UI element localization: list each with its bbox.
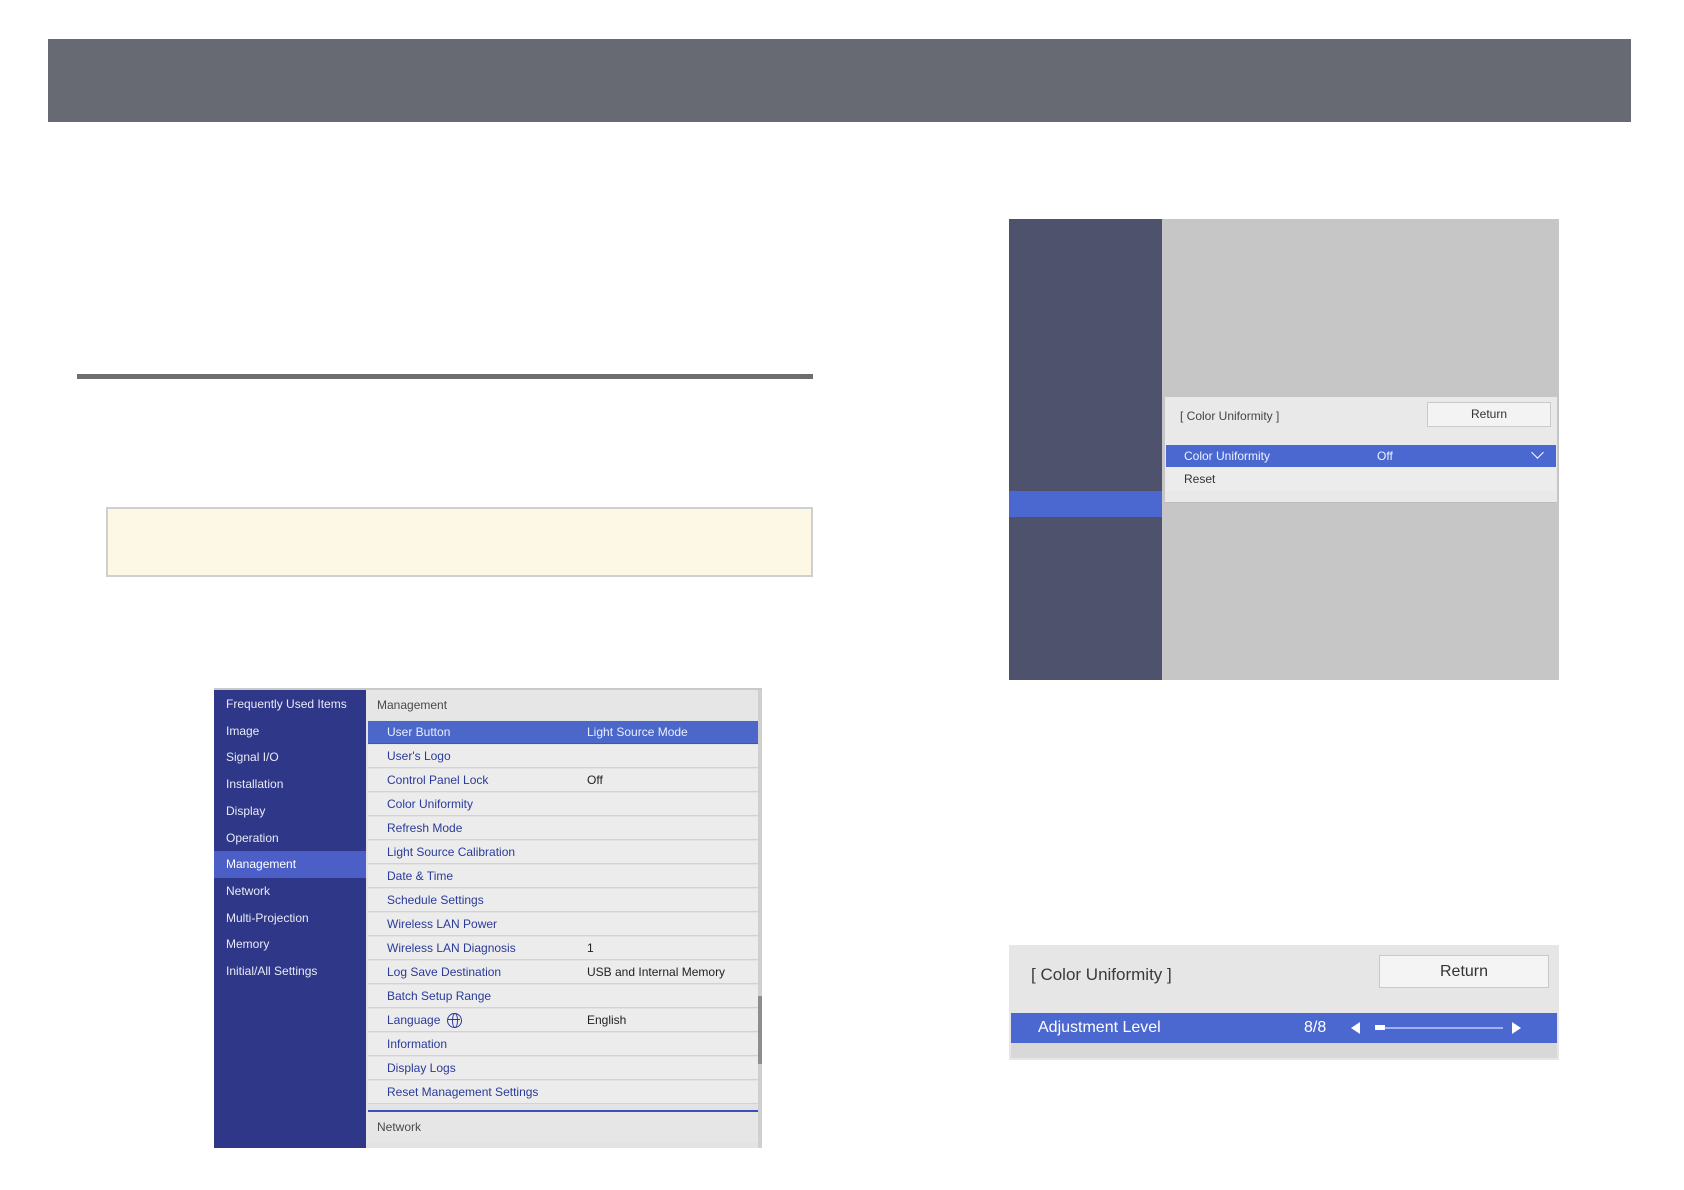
menu-sidebar: Frequently Used Items Image Signal I/O Inst… <box>214 690 366 1148</box>
menu-row-value: Off <box>587 773 603 787</box>
sidebar-item-multi-projection[interactable]: Multi-Projection <box>214 905 366 932</box>
menu-row-label: Control Panel Lock <box>387 773 489 787</box>
menu-row[interactable]: Light Source Calibration <box>368 841 758 864</box>
menu-row-label: Batch Setup Range <box>387 989 492 1003</box>
cu-sidebar <box>1009 219 1162 680</box>
note-box <box>106 507 813 577</box>
adj-title: [ Color Uniformity ] <box>1031 965 1172 984</box>
projector-menu: Frequently Used Items Image Signal I/O Inst… <box>214 688 762 1148</box>
menu-row-label: Wireless LAN Diagnosis <box>387 941 516 955</box>
color-uniformity-setting[interactable]: Color Uniformity Off <box>1166 445 1556 467</box>
menu-row-value: English <box>587 1013 627 1027</box>
slider-fill <box>1375 1025 1386 1030</box>
menu-row[interactable]: User Button Light Source Mode <box>368 721 758 744</box>
menu-row[interactable]: Color Uniformity <box>368 793 758 816</box>
scrollbar-thumb[interactable] <box>758 996 762 1064</box>
setting-label: Color Uniformity <box>1184 449 1271 463</box>
menu-row[interactable]: Control Panel Lock Off <box>368 769 758 792</box>
menu-row[interactable]: Wireless LAN Diagnosis 1 <box>368 937 758 960</box>
section-divider <box>77 374 813 379</box>
section-title: Management <box>366 690 758 720</box>
menu-row-label: Display Logs <box>387 1061 456 1075</box>
sidebar-item-installation[interactable]: Installation <box>214 771 366 798</box>
menu-row[interactable]: User's Logo <box>368 745 758 768</box>
menu-row-label: Information <box>387 1037 448 1051</box>
menu-row[interactable]: Display Logs <box>368 1057 758 1080</box>
menu-row-label: Reset Management Settings <box>387 1085 539 1099</box>
cu-panel: [ Color Uniformity ] Return Color Unifor… <box>1165 397 1557 503</box>
menu-row[interactable]: Refresh Mode <box>368 817 758 840</box>
menu-row-label: Refresh Mode <box>387 821 463 835</box>
menu-row-label: Light Source Calibration <box>387 845 516 859</box>
menu-row-value: Light Source Mode <box>587 725 688 739</box>
sidebar-item-initial-all-settings[interactable]: Initial/All Settings <box>214 958 366 985</box>
menu-row[interactable]: Log Save Destination USB and Internal Mem… <box>368 961 758 984</box>
arrow-left-icon[interactable] <box>1351 1022 1360 1034</box>
slider-track[interactable] <box>1375 1027 1503 1029</box>
menu-row-label: Color Uniformity <box>387 797 474 811</box>
adjustment-screen: [ Color Uniformity ] Return Adjustment L… <box>1009 945 1559 1060</box>
setting-value: Off <box>1377 449 1393 463</box>
sidebar-item-image[interactable]: Image <box>214 718 366 745</box>
sidebar-item-management[interactable]: Management <box>214 851 366 879</box>
menu-row[interactable]: Wireless LAN Power <box>368 913 758 936</box>
sidebar-item-display[interactable]: Display <box>214 798 366 825</box>
sidebar-item-signal-i-o[interactable]: Signal I/O <box>214 744 366 771</box>
adj-footer-strip <box>1011 1043 1557 1058</box>
next-section-title: Network <box>366 1112 758 1142</box>
adjustment-label: Adjustment Level <box>1038 1019 1161 1036</box>
sidebar-item-frequently-used-items[interactable]: Frequently Used Items <box>214 691 366 718</box>
menu-row-label: Schedule Settings <box>387 893 484 907</box>
sidebar-item-operation[interactable]: Operation <box>214 825 366 852</box>
menu-row[interactable]: Information <box>368 1033 758 1056</box>
globe-icon <box>447 1013 462 1028</box>
menu-row[interactable]: Schedule Settings <box>368 889 758 912</box>
sidebar-item-memory[interactable]: Memory <box>214 931 366 958</box>
menu-row[interactable]: Date & Time <box>368 865 758 888</box>
adjustment-value: 8/8 <box>1304 1019 1327 1036</box>
menu-main-panel: Management User Button Light Source Mode U… <box>366 690 762 1148</box>
menu-row-label: Wireless LAN Power <box>387 917 498 931</box>
menu-row[interactable]: Batch Setup Range <box>368 985 758 1008</box>
menu-row-value: USB and Internal Memory <box>587 965 726 979</box>
menu-row-label: Language <box>387 1013 441 1027</box>
top-banner <box>48 39 1631 122</box>
menu-row-label: Log Save Destination <box>387 965 502 979</box>
menu-row-label: Date & Time <box>387 869 454 883</box>
cu-sidebar-active-item[interactable] <box>1009 491 1162 517</box>
color-uniformity-screen: [ Color Uniformity ] Return Color Unifor… <box>1009 219 1559 680</box>
menu-row[interactable]: Reset Management Settings <box>368 1081 758 1104</box>
chevron-down-icon[interactable] <box>1531 446 1544 459</box>
sidebar-item-network[interactable]: Network <box>214 878 366 905</box>
return-button[interactable]: Return <box>1427 402 1551 427</box>
menu-row[interactable]: Language English <box>368 1009 758 1032</box>
reset-item[interactable]: Reset <box>1166 467 1556 491</box>
menu-row-value: 1 <box>587 941 594 955</box>
arrow-right-icon[interactable] <box>1512 1022 1521 1034</box>
menu-row-label: User's Logo <box>387 749 451 763</box>
return-button[interactable]: Return <box>1379 955 1549 988</box>
adjustment-level-row[interactable]: Adjustment Level 8/8 <box>1011 1013 1557 1043</box>
scrollbar[interactable] <box>758 690 762 1148</box>
menu-row-label: User Button <box>387 725 451 739</box>
cu-title: [ Color Uniformity ] <box>1180 409 1280 423</box>
